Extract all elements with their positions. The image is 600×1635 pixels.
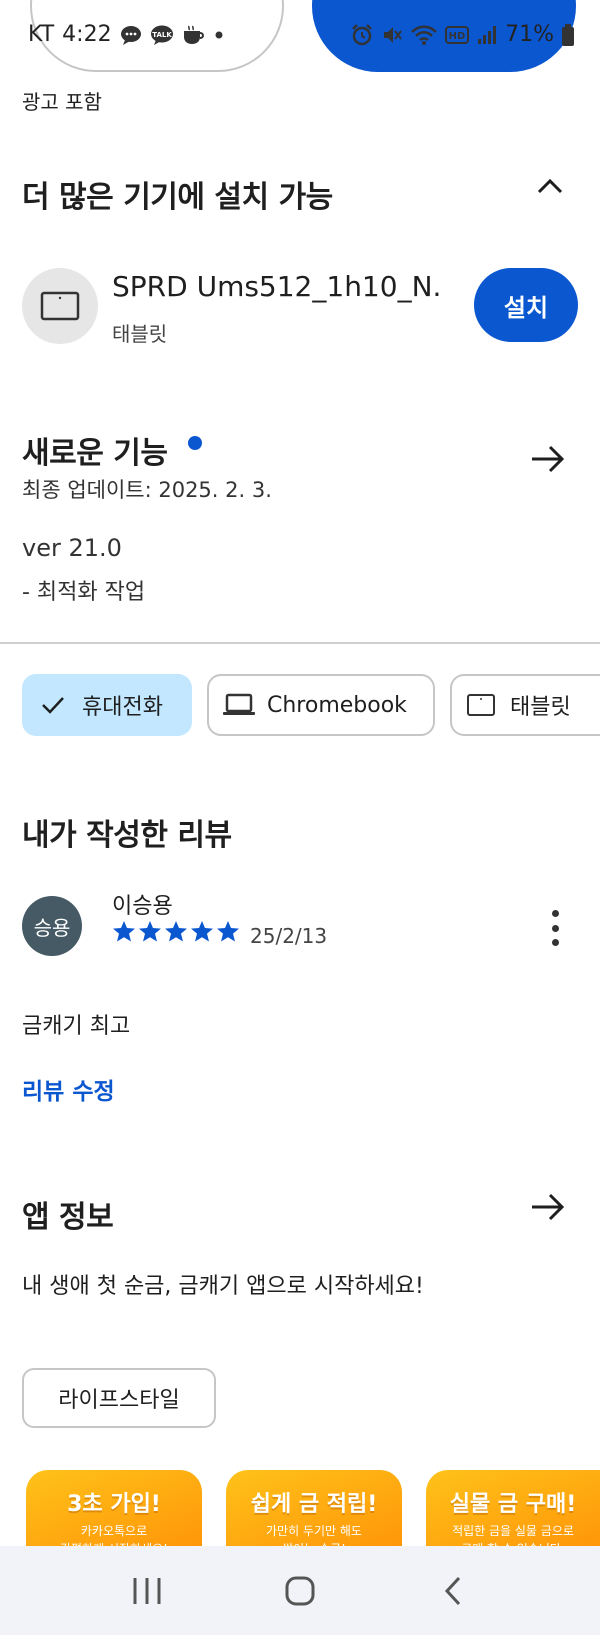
chip-phone[interactable]: 휴대전화 <box>22 674 192 736</box>
wifi-icon <box>411 24 437 46</box>
screenshot-line1: 적립한 금을 실물 금으로 <box>452 1524 574 1538</box>
clock: 4:22 <box>62 22 112 47</box>
status-bar: KT 4:22 TALK HD 71% <box>0 0 600 76</box>
chip-chromebook[interactable]: Chromebook <box>207 674 435 736</box>
home-icon <box>285 1576 315 1605</box>
home-button[interactable] <box>270 1566 330 1616</box>
star-icon <box>191 921 213 942</box>
chip-chromebook-label: Chromebook <box>267 692 407 718</box>
star-rating <box>112 920 240 942</box>
whats-new-title: 새로운 기능 <box>22 436 168 471</box>
install-button[interactable]: 설치 <box>474 268 578 342</box>
ad-label: 광고 포함 <box>22 90 102 114</box>
chip-tablet[interactable]: 태블릿 <box>450 674 600 736</box>
new-indicator-dot <box>188 436 202 450</box>
star-icon <box>139 921 161 942</box>
tablet-device-icon <box>22 268 98 344</box>
tablet-icon <box>40 291 80 321</box>
battery-percent: 71% <box>505 22 554 47</box>
signal-icon <box>477 25 497 45</box>
divider <box>0 642 600 644</box>
alarm-icon <box>351 23 373 46</box>
screenshot-line1: 가만히 두기만 해도 <box>266 1524 362 1538</box>
review-text: 금캐기 최고 <box>22 1014 131 1039</box>
star-icon <box>217 921 239 942</box>
device-name: SPRD Ums512_1h10_N... <box>112 270 442 303</box>
kakaotalk-icon: TALK <box>150 25 174 45</box>
check-icon <box>42 697 64 714</box>
talk-label: TALK <box>152 31 172 39</box>
app-description: 내 생애 첫 순금, 금캐기 앱으로 시작하세요! <box>22 1274 424 1299</box>
hd-icon: HD <box>445 25 470 45</box>
category-chip[interactable]: 라이프스타일 <box>22 1368 216 1428</box>
screenshot-title: 쉽게 금 적립! <box>250 1492 378 1517</box>
star-icon <box>113 921 135 942</box>
coffee-icon <box>182 25 206 45</box>
reviewer-name: 이승용 <box>112 894 173 919</box>
screenshot-line1: 카카오톡으로 <box>80 1524 148 1538</box>
battery-icon <box>562 23 574 46</box>
laptop-icon <box>223 693 255 715</box>
dot-icon <box>214 30 224 40</box>
chip-tablet-label: 태블릿 <box>510 695 571 720</box>
back-icon <box>445 1576 461 1605</box>
app-info-title: 앱 정보 <box>22 1200 114 1235</box>
version-text: ver 21.0 <box>22 534 122 562</box>
recent-apps-icon <box>133 1577 161 1604</box>
more-vert-icon[interactable] <box>548 910 562 946</box>
chat-bubble-icon <box>120 25 142 45</box>
app-info-arrow-icon[interactable] <box>530 1192 566 1222</box>
chip-phone-label: 휴대전화 <box>82 695 163 720</box>
mute-icon <box>381 24 403 46</box>
tablet-icon <box>467 694 495 716</box>
more-devices-title: 더 많은 기기에 설치 가능 <box>22 180 333 215</box>
status-right: HD 71% <box>351 22 574 47</box>
chevron-up-icon[interactable] <box>536 176 564 196</box>
hd-label: HD <box>449 31 466 42</box>
whats-new-arrow-icon[interactable] <box>530 444 566 474</box>
star-icon <box>165 921 187 942</box>
screenshot-title: 3초 가입! <box>67 1492 161 1517</box>
release-notes: - 최적화 작업 <box>22 580 146 605</box>
last-updated: 최종 업데이트: 2025. 2. 3. <box>22 478 272 502</box>
avatar: 승용 <box>22 896 82 956</box>
edit-review-link[interactable]: 리뷰 수정 <box>22 1072 115 1106</box>
carrier-label: KT <box>28 22 55 47</box>
my-review-title: 내가 작성한 리뷰 <box>22 818 232 853</box>
review-date: 25/2/13 <box>250 924 328 948</box>
status-left: KT 4:22 TALK <box>28 22 224 47</box>
recent-apps-button[interactable] <box>117 1566 177 1616</box>
device-type: 태블릿 <box>112 322 168 346</box>
screenshot-title: 실물 금 구매! <box>449 1492 577 1517</box>
system-nav-bar <box>0 1546 600 1635</box>
back-button[interactable] <box>423 1566 483 1616</box>
